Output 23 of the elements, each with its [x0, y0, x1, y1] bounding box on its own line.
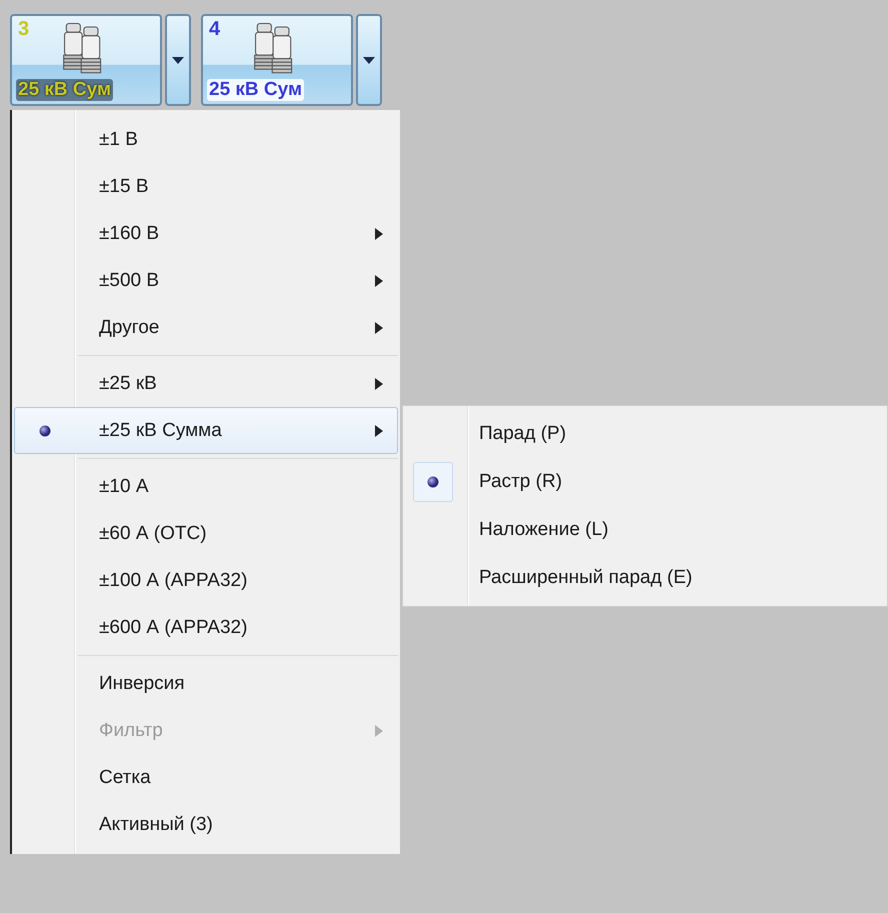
- submenu-item[interactable]: Растр (R): [403, 458, 887, 506]
- menu-item[interactable]: Активный (3): [14, 801, 398, 848]
- menu-item[interactable]: ±500 В: [14, 257, 398, 304]
- menu-item[interactable]: ±600 А (APPA32): [14, 604, 398, 651]
- dropdown-button[interactable]: [356, 14, 382, 106]
- menu-item[interactable]: Сетка: [14, 754, 398, 801]
- menu-item[interactable]: ±25 кВ Сумма: [14, 407, 398, 454]
- menu-item[interactable]: ±10 А: [14, 463, 398, 510]
- channel-button[interactable]: 4 25 кВ Сум: [201, 14, 353, 106]
- menu-item[interactable]: ±160 В: [14, 210, 398, 257]
- dropdown-button[interactable]: [165, 14, 191, 106]
- menu-item[interactable]: ±60 А (OTC): [14, 510, 398, 557]
- menu-item[interactable]: ±25 кВ: [14, 360, 398, 407]
- menu-item[interactable]: ±100 А (APPA32): [14, 557, 398, 604]
- menu-item[interactable]: Инверсия: [14, 660, 398, 707]
- submenu-item[interactable]: Наложение (L): [403, 506, 887, 554]
- menu-item[interactable]: ±1 В: [14, 116, 398, 163]
- submenu-item[interactable]: Расширенный парад (E): [403, 554, 887, 602]
- submenu-item[interactable]: Парад (P): [403, 410, 887, 458]
- caret-icon: [363, 56, 375, 64]
- caret-icon: [172, 56, 184, 64]
- menu-item[interactable]: Другое: [14, 304, 398, 351]
- menu-item[interactable]: ±15 В: [14, 163, 398, 210]
